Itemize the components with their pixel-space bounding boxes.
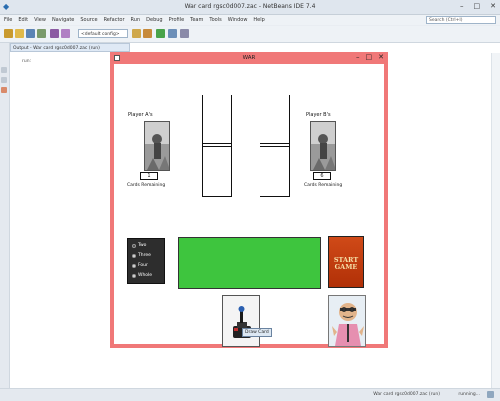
menu-tools[interactable]: Tools (209, 17, 221, 23)
menu-window[interactable]: Window (228, 17, 248, 23)
option-four[interactable]: Four (132, 263, 148, 268)
maximize-icon[interactable]: □ (474, 2, 481, 10)
start-game-button[interactable]: START GAME (328, 236, 364, 288)
build-icon[interactable] (132, 29, 141, 38)
option-label: Four (138, 263, 148, 268)
radio-selected-icon[interactable] (132, 243, 136, 248)
menubar: File Edit View Navigate Source Refactor Run Deb… (0, 15, 500, 25)
close-icon[interactable]: ✕ (378, 53, 384, 61)
option-three[interactable]: Three (132, 253, 151, 258)
projects-icon[interactable] (1, 67, 7, 73)
draw-card-button[interactable] (222, 295, 260, 347)
maximize-icon[interactable]: □ (366, 53, 373, 61)
menu-navigate[interactable]: Navigate (52, 17, 74, 23)
play-area (178, 237, 321, 289)
files-icon[interactable] (1, 77, 7, 83)
player-a-avatar (144, 121, 170, 171)
radio-icon[interactable] (132, 263, 136, 268)
start-label-line2: GAME (334, 263, 358, 271)
left-side-strip (0, 43, 10, 388)
player-a-label: Player A's (128, 112, 153, 118)
player-b-card-slot (260, 95, 290, 197)
redo-icon[interactable] (61, 29, 70, 38)
notifications-icon[interactable] (487, 391, 494, 398)
menu-help[interactable]: Help (253, 17, 264, 23)
radio-icon[interactable] (132, 253, 136, 258)
menu-debug[interactable]: Debug (146, 17, 162, 23)
radio-icon[interactable] (132, 273, 136, 278)
minimize-icon[interactable]: – (356, 53, 360, 61)
dealer-avatar (328, 295, 366, 347)
option-label: Two (138, 243, 147, 248)
save-all-icon[interactable] (26, 29, 35, 38)
menu-run[interactable]: Run (131, 17, 141, 23)
player-a-count: 1 (140, 172, 158, 180)
game-window: WAR – □ ✕ Player A's 1 Cards Remaining P… (110, 52, 388, 348)
player-count-options: Two Three Four Whole (127, 238, 165, 284)
debug-icon[interactable] (168, 29, 177, 38)
status-text: War card rgsc0d007.zac (run) (373, 392, 440, 397)
option-two[interactable]: Two (132, 243, 146, 248)
game-board: Player A's 1 Cards Remaining Player B's (114, 64, 384, 347)
config-select[interactable]: <default config> (78, 29, 128, 38)
minimize-icon[interactable]: – (460, 2, 464, 10)
services-icon[interactable] (1, 87, 7, 93)
player-b-label: Player B's (306, 112, 331, 118)
draw-card-tooltip: Draw Card (242, 328, 272, 337)
menu-items: File Edit View Navigate Source Refactor Run Deb… (4, 17, 265, 23)
status-progress: running... (458, 392, 480, 397)
menu-profile[interactable]: Profile (169, 17, 185, 23)
option-label: Whole (138, 273, 153, 278)
profile-icon[interactable] (180, 29, 189, 38)
menu-refactor[interactable]: Refactor (104, 17, 125, 23)
output-text: run: (22, 59, 32, 64)
menu-edit[interactable]: Edit (18, 17, 28, 23)
clean-build-icon[interactable] (143, 29, 152, 38)
player-b-cards-remaining-label: Cards Remaining (304, 183, 343, 188)
new-project-icon[interactable] (4, 29, 13, 38)
tab-output[interactable]: Output - War card rgsc0d007.zac (run) (10, 43, 130, 52)
menu-file[interactable]: File (4, 17, 12, 23)
run-icon[interactable] (156, 29, 165, 38)
start-game-label: START GAME (329, 257, 363, 271)
vertical-scrollbar[interactable] (491, 53, 500, 388)
close-icon[interactable]: ✕ (490, 2, 496, 10)
ide-titlebar: ◆ War card rgsc0d007.zac - NetBeans IDE … (0, 0, 500, 15)
search-input[interactable]: Search (Ctrl+I) (426, 16, 496, 24)
player-b-count: 6 (313, 172, 331, 180)
menu-view[interactable]: View (34, 17, 46, 23)
undo-icon[interactable] (50, 29, 59, 38)
window-controls: – □ ✕ (460, 2, 496, 10)
toolbar: <default config> (0, 26, 500, 43)
game-titlebar: WAR – □ ✕ (110, 52, 388, 64)
window-title: War card rgsc0d007.zac - NetBeans IDE 7.… (184, 3, 316, 10)
game-window-controls: – □ ✕ (356, 53, 384, 61)
open-project-icon[interactable] (15, 29, 24, 38)
player-a-card-slot (202, 95, 232, 197)
player-a-cards-remaining-label: Cards Remaining (127, 183, 166, 188)
option-whole[interactable]: Whole (132, 273, 152, 278)
close-project-icon[interactable] (37, 29, 46, 38)
status-bar: War card rgsc0d007.zac (run) running... (0, 388, 500, 401)
game-title: WAR (242, 55, 256, 61)
option-label: Three (138, 253, 151, 258)
menu-team[interactable]: Team (190, 17, 203, 23)
menu-source[interactable]: Source (80, 17, 97, 23)
player-b-avatar (310, 121, 336, 171)
